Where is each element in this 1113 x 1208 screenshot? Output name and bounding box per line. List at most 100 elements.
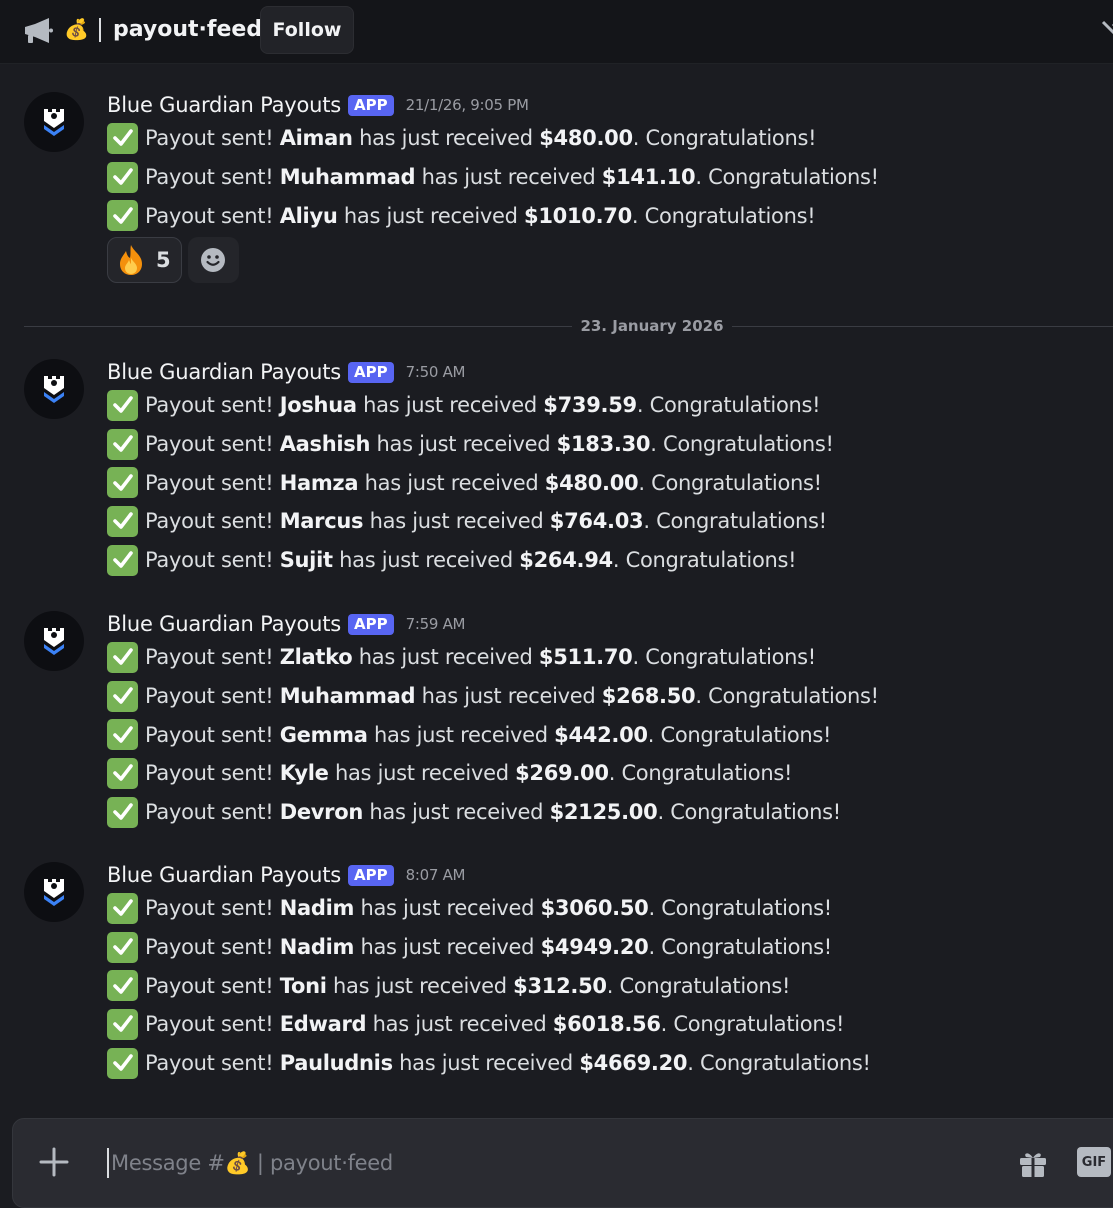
payout-suffix: . Congratulations! bbox=[606, 973, 791, 998]
recipient-name: Devron bbox=[279, 800, 364, 825]
message-line: Payout sent! Hamza has just received $48… bbox=[107, 463, 822, 502]
message-header: Blue Guardian Payouts APP 7:50 AM bbox=[107, 357, 466, 387]
bot-avatar[interactable] bbox=[24, 359, 84, 419]
payout-prefix: Payout sent! bbox=[145, 645, 274, 670]
payout-middle: has just received bbox=[364, 470, 539, 495]
payout-middle: has just received bbox=[359, 126, 533, 151]
payout-prefix: Payout sent! bbox=[145, 722, 274, 747]
payout-suffix: . Congratulations! bbox=[632, 645, 816, 670]
white-check-mark-icon bbox=[107, 122, 138, 154]
white-check-mark-icon bbox=[107, 505, 138, 537]
follow-button[interactable]: Follow bbox=[260, 6, 354, 54]
payout-amount: $1010.70 bbox=[524, 203, 632, 228]
payout-amount: $6018.56 bbox=[552, 1012, 661, 1037]
date-divider: 23. January 2026 bbox=[580, 317, 724, 335]
payout-suffix: . Congratulations! bbox=[636, 393, 821, 418]
payout-middle: has just received bbox=[421, 165, 596, 190]
message-line: Payout sent! Marcus has just received $7… bbox=[107, 502, 827, 541]
payout-amount: $312.50 bbox=[513, 973, 607, 998]
payout-suffix: . Congratulations! bbox=[657, 800, 841, 825]
author-name[interactable]: Blue Guardian Payouts bbox=[107, 360, 341, 384]
white-check-mark-icon bbox=[107, 892, 138, 924]
money-bag-icon: 💰 bbox=[64, 17, 89, 41]
author-name[interactable]: Blue Guardian Payouts bbox=[107, 93, 341, 117]
white-check-mark-icon bbox=[107, 161, 138, 193]
add-reaction-button[interactable] bbox=[187, 237, 239, 283]
message-header: Blue Guardian Payouts APP 8:07 AM bbox=[107, 860, 466, 890]
payout-prefix: Payout sent! bbox=[145, 1051, 274, 1076]
payout-suffix: . Congratulations! bbox=[660, 1012, 845, 1037]
payout-prefix: Payout sent! bbox=[145, 684, 274, 709]
message-input[interactable] bbox=[109, 1143, 989, 1183]
payout-middle: has just received bbox=[360, 935, 535, 960]
author-name[interactable]: Blue Guardian Payouts bbox=[107, 612, 341, 636]
recipient-name: Hamza bbox=[279, 470, 359, 495]
recipient-name: Kyle bbox=[279, 761, 329, 786]
payout-middle: has just received bbox=[339, 548, 513, 573]
reaction-fire[interactable]: 5 bbox=[107, 237, 182, 283]
fire-icon bbox=[120, 245, 142, 275]
payout-amount: $269.00 bbox=[515, 761, 609, 786]
payout-prefix: Payout sent! bbox=[145, 896, 274, 921]
payout-amount: $739.59 bbox=[543, 393, 637, 418]
payout-amount: $2125.00 bbox=[549, 800, 658, 825]
recipient-name: Edward bbox=[279, 1012, 367, 1037]
white-check-mark-icon bbox=[107, 641, 138, 673]
payout-middle: has just received bbox=[358, 645, 533, 670]
payout-prefix: Payout sent! bbox=[145, 470, 274, 495]
bot-avatar[interactable] bbox=[24, 862, 84, 922]
pin-icon[interactable] bbox=[1099, 20, 1113, 42]
payout-middle: has just received bbox=[376, 432, 551, 457]
payout-middle: has just received bbox=[360, 896, 535, 921]
payout-amount: $4669.20 bbox=[579, 1051, 688, 1076]
white-check-mark-icon bbox=[107, 931, 138, 963]
payout-middle: has just received bbox=[372, 1012, 547, 1037]
payout-amount: $4949.20 bbox=[540, 935, 649, 960]
payout-prefix: Payout sent! bbox=[145, 548, 274, 573]
payout-amount: $3060.50 bbox=[540, 896, 649, 921]
message-line: Payout sent! Muhammad has just received … bbox=[107, 677, 879, 716]
payout-prefix: Payout sent! bbox=[145, 432, 274, 457]
payout-amount: $141.10 bbox=[601, 165, 696, 190]
app-badge: APP bbox=[348, 94, 394, 116]
message-timestamp: 7:59 AM bbox=[405, 615, 466, 633]
message-line: Payout sent! Pauludnis has just received… bbox=[107, 1044, 871, 1083]
white-check-mark-icon bbox=[107, 200, 138, 232]
message-timestamp: 21/1/26, 9:05 PM bbox=[405, 96, 529, 114]
payout-middle: has just received bbox=[399, 1051, 573, 1076]
payout-suffix: . Congratulations! bbox=[608, 761, 793, 786]
message-line: Payout sent! Sujit has just received $26… bbox=[107, 541, 797, 580]
recipient-name: Marcus bbox=[279, 509, 364, 534]
author-name[interactable]: Blue Guardian Payouts bbox=[107, 863, 341, 887]
payout-amount: $511.70 bbox=[538, 645, 633, 670]
gift-icon[interactable] bbox=[1017, 1147, 1049, 1179]
bot-avatar[interactable] bbox=[24, 92, 84, 152]
recipient-name: Muhammad bbox=[279, 684, 416, 709]
white-check-mark-icon bbox=[107, 970, 138, 1002]
recipient-name: Pauludnis bbox=[279, 1051, 393, 1076]
date-divider-left bbox=[24, 326, 572, 327]
app-badge: APP bbox=[348, 613, 394, 635]
payout-suffix: . Congratulations! bbox=[687, 1051, 871, 1076]
payout-prefix: Payout sent! bbox=[145, 509, 274, 534]
recipient-name: Joshua bbox=[279, 393, 357, 418]
payout-amount: $480.00 bbox=[544, 470, 639, 495]
smiley-icon bbox=[201, 248, 226, 272]
white-check-mark-icon bbox=[107, 1008, 138, 1040]
gif-button[interactable]: GIF bbox=[1077, 1147, 1111, 1177]
message-line: Payout sent! Aashish has just received $… bbox=[107, 425, 834, 464]
plus-icon[interactable] bbox=[37, 1145, 71, 1179]
date-divider-right bbox=[732, 326, 1113, 327]
recipient-name: Aiman bbox=[279, 126, 353, 151]
reaction-count: 5 bbox=[156, 248, 171, 272]
payout-amount: $264.94 bbox=[519, 548, 613, 573]
message-line: Payout sent! Muhammad has just received … bbox=[107, 158, 879, 197]
recipient-name: Aliyu bbox=[279, 203, 338, 228]
white-check-mark-icon bbox=[107, 428, 138, 460]
payout-prefix: Payout sent! bbox=[145, 203, 274, 228]
payout-prefix: Payout sent! bbox=[145, 973, 274, 998]
recipient-name: Nadim bbox=[279, 896, 355, 921]
payout-amount: $764.03 bbox=[549, 509, 644, 534]
bot-avatar[interactable] bbox=[24, 611, 84, 671]
payout-middle: has just received bbox=[374, 722, 548, 747]
